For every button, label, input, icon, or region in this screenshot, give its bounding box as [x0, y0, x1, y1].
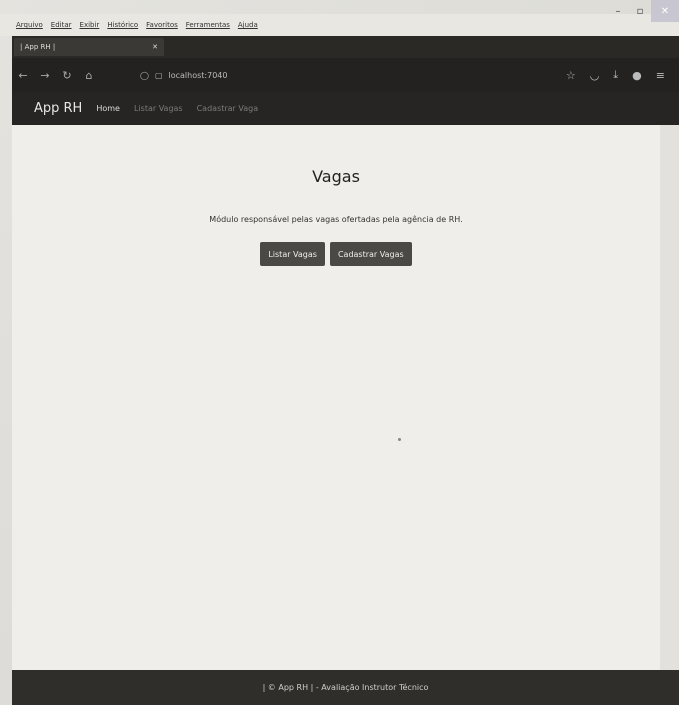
url-bar[interactable]: ◯ ▢ localhost:7040	[140, 71, 480, 80]
close-window-button[interactable]: ✕	[651, 0, 679, 22]
download-icon[interactable]: ⤓	[613, 68, 618, 82]
nav-home[interactable]: Home	[96, 104, 120, 113]
footer-text: | © App RH | - Avaliação Instrutor Técni…	[262, 683, 429, 692]
star-icon[interactable]: ☆	[566, 69, 576, 82]
scrollbar-area[interactable]	[660, 125, 679, 670]
account-icon[interactable]: ●	[632, 69, 642, 82]
menu-historico[interactable]: Histórico	[107, 21, 138, 29]
browser-toolbar: ← → ↻ ⌂ ◯ ▢ localhost:7040 ☆ ◡ ⤓ ● ≡	[12, 58, 679, 92]
brand[interactable]: App RH	[34, 101, 82, 116]
url-text: localhost:7040	[168, 70, 228, 80]
tracking-shield-icon: ◯	[140, 70, 149, 80]
menu-bar: Arquivo Editar Exibir Histórico Favorito…	[0, 14, 679, 36]
page-lead: Módulo responsável pelas vagas ofertadas…	[209, 215, 463, 224]
menu-arquivo[interactable]: Arquivo	[16, 21, 43, 29]
footer: | © App RH | - Avaliação Instrutor Técni…	[12, 670, 679, 705]
window-controls: – ▫ ✕	[607, 0, 679, 22]
minimize-button[interactable]: –	[607, 0, 629, 22]
shield-icon[interactable]: ◡	[590, 69, 600, 82]
arrow-right-icon[interactable]: →	[34, 69, 56, 82]
nav-listar-vagas[interactable]: Listar Vagas	[134, 104, 183, 113]
maximize-button[interactable]: ▫	[629, 0, 651, 22]
menu-ajuda[interactable]: Ajuda	[238, 21, 258, 29]
screen: Arquivo Editar Exibir Histórico Favorito…	[0, 0, 679, 705]
page-title: Vagas	[312, 167, 360, 186]
toolbar-right: ☆ ◡ ⤓ ● ≡	[566, 68, 679, 82]
home-icon[interactable]: ⌂	[78, 69, 100, 82]
page-icon: ▢	[154, 70, 163, 80]
menu-ferramentas[interactable]: Ferramentas	[186, 21, 230, 29]
cursor-dot	[398, 438, 401, 441]
main-content: Vagas Módulo responsável pelas vagas ofe…	[12, 125, 660, 670]
arrow-left-icon[interactable]: ←	[12, 69, 34, 82]
hamburger-icon[interactable]: ≡	[656, 69, 665, 82]
reload-icon[interactable]: ↻	[56, 69, 78, 82]
cadastrar-vagas-button[interactable]: Cadastrar Vagas	[329, 242, 412, 266]
nav-cadastrar-vaga[interactable]: Cadastrar Vaga	[197, 104, 259, 113]
listar-vagas-button[interactable]: Listar Vagas	[260, 242, 325, 266]
menu-favoritos[interactable]: Favoritos	[146, 21, 178, 29]
menu-editar[interactable]: Editar	[51, 21, 72, 29]
app-navbar: App RH Home Listar Vagas Cadastrar Vaga	[12, 92, 679, 125]
action-buttons: Listar Vagas Cadastrar Vagas	[12, 242, 660, 266]
tab-app-rh[interactable]: | App RH | ✕	[14, 38, 164, 56]
tab-strip: | App RH | ✕	[12, 36, 679, 58]
close-tab-icon[interactable]: ✕	[152, 43, 158, 51]
tab-title: | App RH |	[20, 43, 56, 51]
menu-exibir[interactable]: Exibir	[80, 21, 100, 29]
